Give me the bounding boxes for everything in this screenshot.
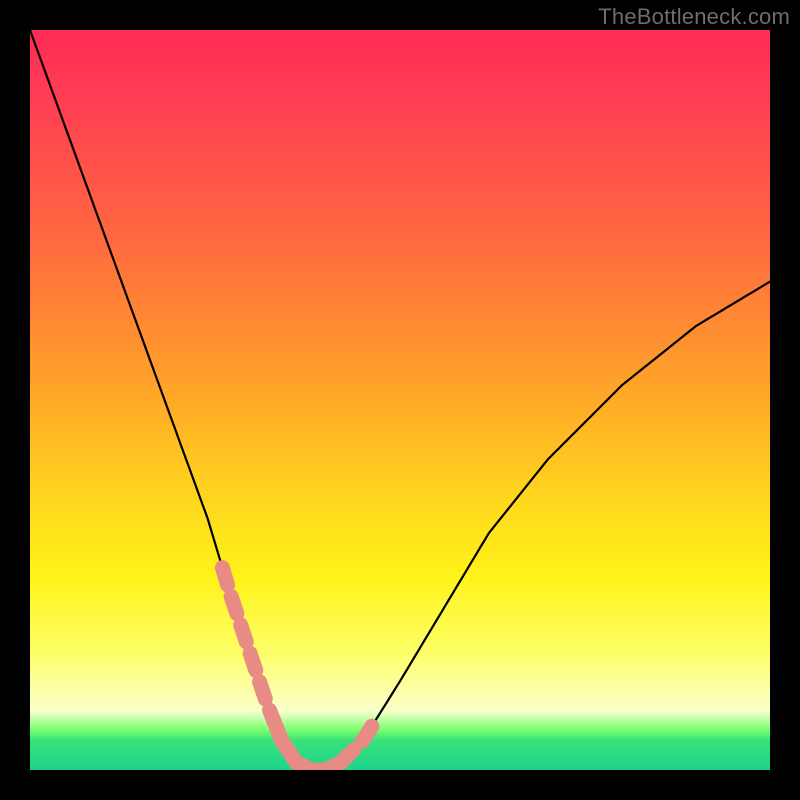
- highlight-valley-floor: [274, 722, 341, 770]
- watermark-text: TheBottleneck.com: [598, 4, 790, 30]
- highlight-left-wall: [222, 568, 274, 722]
- bottleneck-curve: [30, 30, 770, 770]
- bottleneck-curve-svg: [30, 30, 770, 770]
- plot-area: [30, 30, 770, 770]
- highlight-right-wall: [341, 717, 378, 763]
- chart-frame: TheBottleneck.com: [0, 0, 800, 800]
